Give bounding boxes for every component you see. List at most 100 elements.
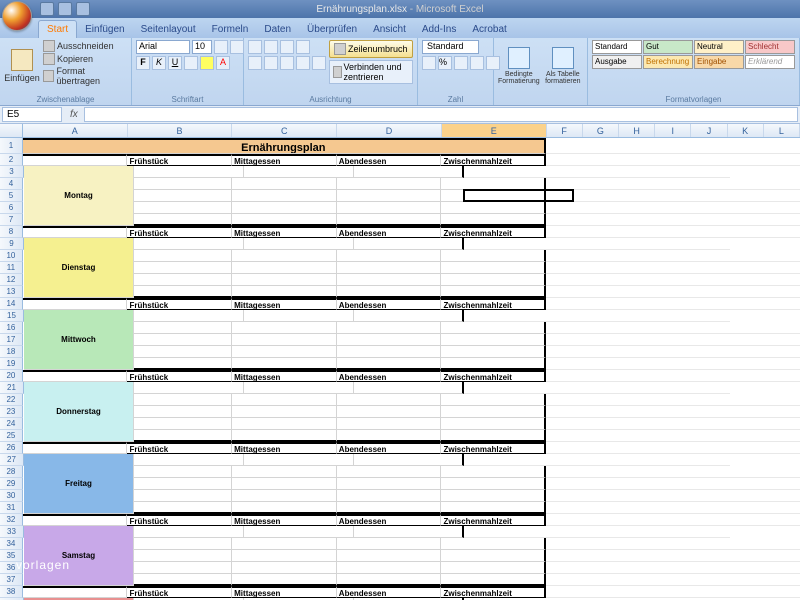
- col-header-L[interactable]: L: [764, 124, 800, 137]
- cell[interactable]: [127, 502, 232, 514]
- style-neutral[interactable]: Neutral: [694, 40, 744, 54]
- cell[interactable]: [582, 538, 618, 550]
- cell[interactable]: [691, 418, 727, 430]
- cell[interactable]: [764, 478, 800, 490]
- cell[interactable]: [764, 250, 800, 262]
- cell[interactable]: [727, 550, 763, 562]
- row-header[interactable]: 13: [0, 286, 23, 298]
- cell[interactable]: [337, 550, 442, 562]
- cell[interactable]: [764, 574, 800, 586]
- cell[interactable]: [727, 346, 763, 358]
- cell[interactable]: [727, 478, 763, 490]
- cell[interactable]: [134, 310, 244, 322]
- tab-überprüfen[interactable]: Überprüfen: [299, 21, 365, 38]
- cell[interactable]: [441, 490, 546, 502]
- cell[interactable]: [232, 214, 337, 226]
- cell[interactable]: [619, 298, 655, 310]
- cell[interactable]: [23, 514, 128, 526]
- cell[interactable]: [546, 466, 582, 478]
- cell[interactable]: [727, 586, 763, 598]
- cell[interactable]: [441, 202, 546, 214]
- cell[interactable]: [232, 430, 337, 442]
- cell[interactable]: [127, 562, 232, 574]
- col-header-D[interactable]: D: [337, 124, 442, 137]
- cell[interactable]: [727, 334, 763, 346]
- cell[interactable]: [582, 418, 618, 430]
- cell[interactable]: [441, 562, 546, 574]
- cell[interactable]: [232, 274, 337, 286]
- cell[interactable]: [127, 538, 232, 550]
- cell[interactable]: [655, 406, 691, 418]
- cell[interactable]: [582, 550, 618, 562]
- cell[interactable]: [655, 322, 691, 334]
- border-button[interactable]: [184, 56, 198, 70]
- cell[interactable]: [441, 190, 546, 202]
- cell[interactable]: [134, 454, 244, 466]
- cell[interactable]: [764, 334, 800, 346]
- cell[interactable]: [502, 382, 540, 394]
- day-donnerstag[interactable]: Donnerstag: [24, 382, 134, 442]
- cell[interactable]: [691, 358, 727, 370]
- cell[interactable]: [127, 358, 232, 370]
- cell[interactable]: [654, 382, 692, 394]
- paste-button[interactable]: Einfügen: [4, 40, 40, 92]
- cell[interactable]: [691, 574, 727, 586]
- cell[interactable]: [727, 358, 763, 370]
- cell[interactable]: [619, 190, 655, 202]
- cell[interactable]: [691, 214, 727, 226]
- cell[interactable]: [546, 262, 582, 274]
- row-header[interactable]: 30: [0, 490, 23, 502]
- tab-daten[interactable]: Daten: [256, 21, 299, 38]
- cell[interactable]: [578, 310, 616, 322]
- cell[interactable]: [764, 406, 800, 418]
- cell[interactable]: [546, 394, 582, 406]
- cell[interactable]: [23, 154, 128, 166]
- cell[interactable]: [546, 442, 582, 454]
- row-header[interactable]: 10: [0, 250, 23, 262]
- cell[interactable]: [655, 490, 691, 502]
- cell[interactable]: [691, 370, 727, 382]
- cell[interactable]: [232, 334, 337, 346]
- cell[interactable]: [654, 166, 692, 178]
- orientation-button[interactable]: [296, 40, 310, 54]
- cell-styles-gallery[interactable]: StandardGutNeutralSchlechtAusgabeBerechn…: [592, 40, 795, 69]
- row-header[interactable]: 28: [0, 466, 23, 478]
- cell[interactable]: [727, 262, 763, 274]
- tab-seitenlayout[interactable]: Seitenlayout: [133, 21, 204, 38]
- cell[interactable]: [691, 202, 727, 214]
- cell[interactable]: [337, 574, 442, 586]
- cell[interactable]: [354, 454, 464, 466]
- cell[interactable]: [691, 346, 727, 358]
- cell[interactable]: [127, 550, 232, 562]
- cell[interactable]: [546, 154, 582, 166]
- cell[interactable]: [441, 286, 546, 298]
- row-header[interactable]: 6: [0, 202, 23, 214]
- cell[interactable]: [582, 502, 618, 514]
- col-header-A[interactable]: A: [23, 124, 128, 137]
- font-name-select[interactable]: Arial: [136, 40, 190, 54]
- cell[interactable]: [582, 262, 618, 274]
- cell[interactable]: Frühstück: [127, 586, 232, 598]
- cell[interactable]: [441, 502, 546, 514]
- cell[interactable]: [655, 538, 691, 550]
- cell[interactable]: [764, 442, 800, 454]
- align-left-button[interactable]: [248, 56, 262, 70]
- cell[interactable]: [337, 418, 442, 430]
- cell[interactable]: [441, 334, 546, 346]
- cell[interactable]: [692, 526, 730, 538]
- cell[interactable]: [619, 154, 655, 166]
- col-header-B[interactable]: B: [128, 124, 233, 137]
- cell[interactable]: [619, 358, 655, 370]
- cell[interactable]: [619, 466, 655, 478]
- cell[interactable]: [232, 358, 337, 370]
- cell[interactable]: [616, 454, 654, 466]
- col-header-I[interactable]: I: [655, 124, 691, 137]
- cell[interactable]: [764, 466, 800, 478]
- cell[interactable]: [546, 538, 582, 550]
- cell[interactable]: [655, 334, 691, 346]
- cell[interactable]: [464, 310, 502, 322]
- cell[interactable]: [337, 406, 442, 418]
- cell[interactable]: [619, 502, 655, 514]
- cell[interactable]: [441, 466, 546, 478]
- cell[interactable]: [546, 178, 582, 190]
